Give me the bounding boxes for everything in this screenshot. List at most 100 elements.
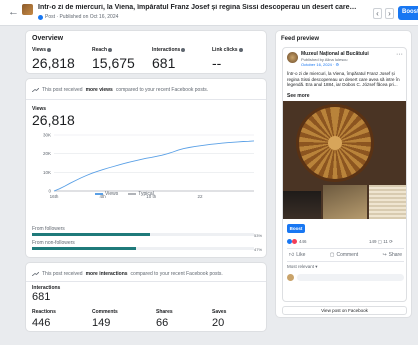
x-tick-label: 16th [50,194,59,199]
comment-icon: ▢ [329,252,335,258]
metric-label: Interactions [152,47,181,53]
info-icon[interactable] [108,47,113,52]
metric-link-clicks: Link clicks -- [212,47,243,71]
views-insight: This post received more views compared t… [32,87,208,93]
like-button[interactable]: 👍︎ Like [289,252,305,258]
nonfollowers-pct: 47% [254,247,263,252]
metric-label: Link clicks [212,47,238,53]
comment-composer [287,273,404,282]
cake-center [328,136,342,150]
metric-value: 26,818 [32,55,75,71]
info-icon[interactable] [47,47,52,52]
see-more-link[interactable]: See more [287,93,310,99]
metric-reactions: Reactions 446 [32,309,56,329]
post-photo[interactable] [283,101,406,219]
metric-value: 149 [92,317,111,329]
info-icon[interactable] [238,47,243,52]
divider [26,99,266,100]
metric-label: Reactions [32,309,56,315]
info-icon[interactable] [181,47,186,52]
followers-pct: 53% [254,233,263,238]
previous-post-button[interactable]: ‹ [373,8,382,19]
comment-input[interactable] [297,274,404,281]
metric-value: 446 [32,317,51,329]
views-card: This post received more views compared t… [25,78,267,258]
metric-value: 20 [212,317,225,329]
thumbs-up-icon: 👍︎ [289,252,295,258]
boost-post-button[interactable]: Boost [398,6,418,20]
legend-label: Views [105,191,119,197]
reactions-summary[interactable]: 446 [287,239,307,244]
share-icon: ↪ [382,252,387,258]
overview-card: Overview Views 26,818 Reach 15,675 Inter… [25,30,267,74]
legend-swatch [95,193,103,195]
post-date[interactable]: October 16, 2024 · ⚙ [301,62,339,67]
metric-label: Reach [92,47,108,53]
x-tick-label: 22 [197,194,203,199]
post-meta: Post · Published on Oct 16, 2024 [45,14,119,20]
metric-value: 66 [156,317,169,329]
photo-thumbnail [369,185,406,219]
most-relevant-dropdown[interactable]: Most relevant ▾ [287,264,318,270]
comment-label: Comment [336,252,359,258]
y-tick-label: 30K [43,133,51,138]
metric-label: Views [32,47,47,53]
more-options-icon[interactable]: ··· [396,51,403,58]
metric-label: Comments [92,309,118,315]
views-value: 26,818 [32,112,75,128]
boost-button[interactable]: Boost [287,224,305,233]
interactions-value: 681 [32,291,51,303]
post-header: ← Într-o zi de miercuri, la Viena, împăr… [0,0,418,26]
metric-reach: Reach 15,675 [92,47,135,71]
share-button[interactable]: ↪ Share [382,252,402,258]
y-tick-label: 0 [48,189,51,194]
post-subtitle: Post · Published on Oct 16, 2024 [38,14,118,20]
overview-title: Overview [32,35,64,42]
legend-views: Views [95,191,118,197]
followers-bar [32,233,254,236]
like-label: Like [296,252,306,258]
legend-swatch [128,193,137,195]
globe-icon [38,14,43,20]
reactions-count: 446 [299,239,307,244]
commenter-avatar [287,274,294,281]
photo-thumbnail [323,185,367,219]
followers-label: From followers [32,226,65,232]
y-tick-label: 10K [43,170,51,175]
metric-value: -- [212,55,222,71]
insight-post: compared to your recent Facebook posts. [115,87,209,93]
next-post-button[interactable]: › [385,8,394,19]
chart-legend: Views Typical [95,191,154,197]
nonfollowers-label: From non-followers [32,240,75,246]
feed-preview-title: Feed preview [281,36,320,42]
facebook-post-preview: Muzeul Național al Bucătului Published b… [282,47,407,302]
page-avatar[interactable] [287,52,298,63]
photo-thumbnail [283,191,321,219]
divider [26,281,266,282]
comment-button[interactable]: ▢ Comment [330,252,358,258]
insight-pre: This post received [42,271,83,277]
feed-preview-card: Feed preview Muzeul Național al Bucătulu… [275,30,412,318]
metric-label: Shares [156,309,173,315]
insight-post: compared to your recent Facebook posts. [130,271,223,277]
insight-pre: This post received [42,87,83,93]
followers-bar-fill [32,233,150,236]
legend-label: Typical [138,191,154,197]
view-post-on-facebook-button[interactable]: View post on Facebook [282,306,407,315]
post-actions: 👍︎ Like ▢ Comment ↪ Share [287,248,404,262]
metric-value: 15,675 [92,55,135,71]
love-reaction-icon [292,239,297,244]
arrow-left-icon[interactable]: ← [8,6,19,18]
comments-shares-count[interactable]: 149 ▢ 11 ⟳ [369,239,393,245]
interactions-insight: This post received more interactions com… [32,271,223,277]
y-tick-label: 20K [43,151,51,156]
metric-comments: Comments 149 [92,309,118,329]
trend-up-icon [32,88,39,92]
post-thumbnail [22,4,33,15]
insight-bold: more views [85,87,113,93]
series-line-views [53,140,255,192]
insight-bold: more interactions [85,271,128,277]
metric-value: 681 [152,55,176,71]
interactions-card: This post received more interactions com… [25,262,267,332]
share-label: Share [388,252,402,258]
